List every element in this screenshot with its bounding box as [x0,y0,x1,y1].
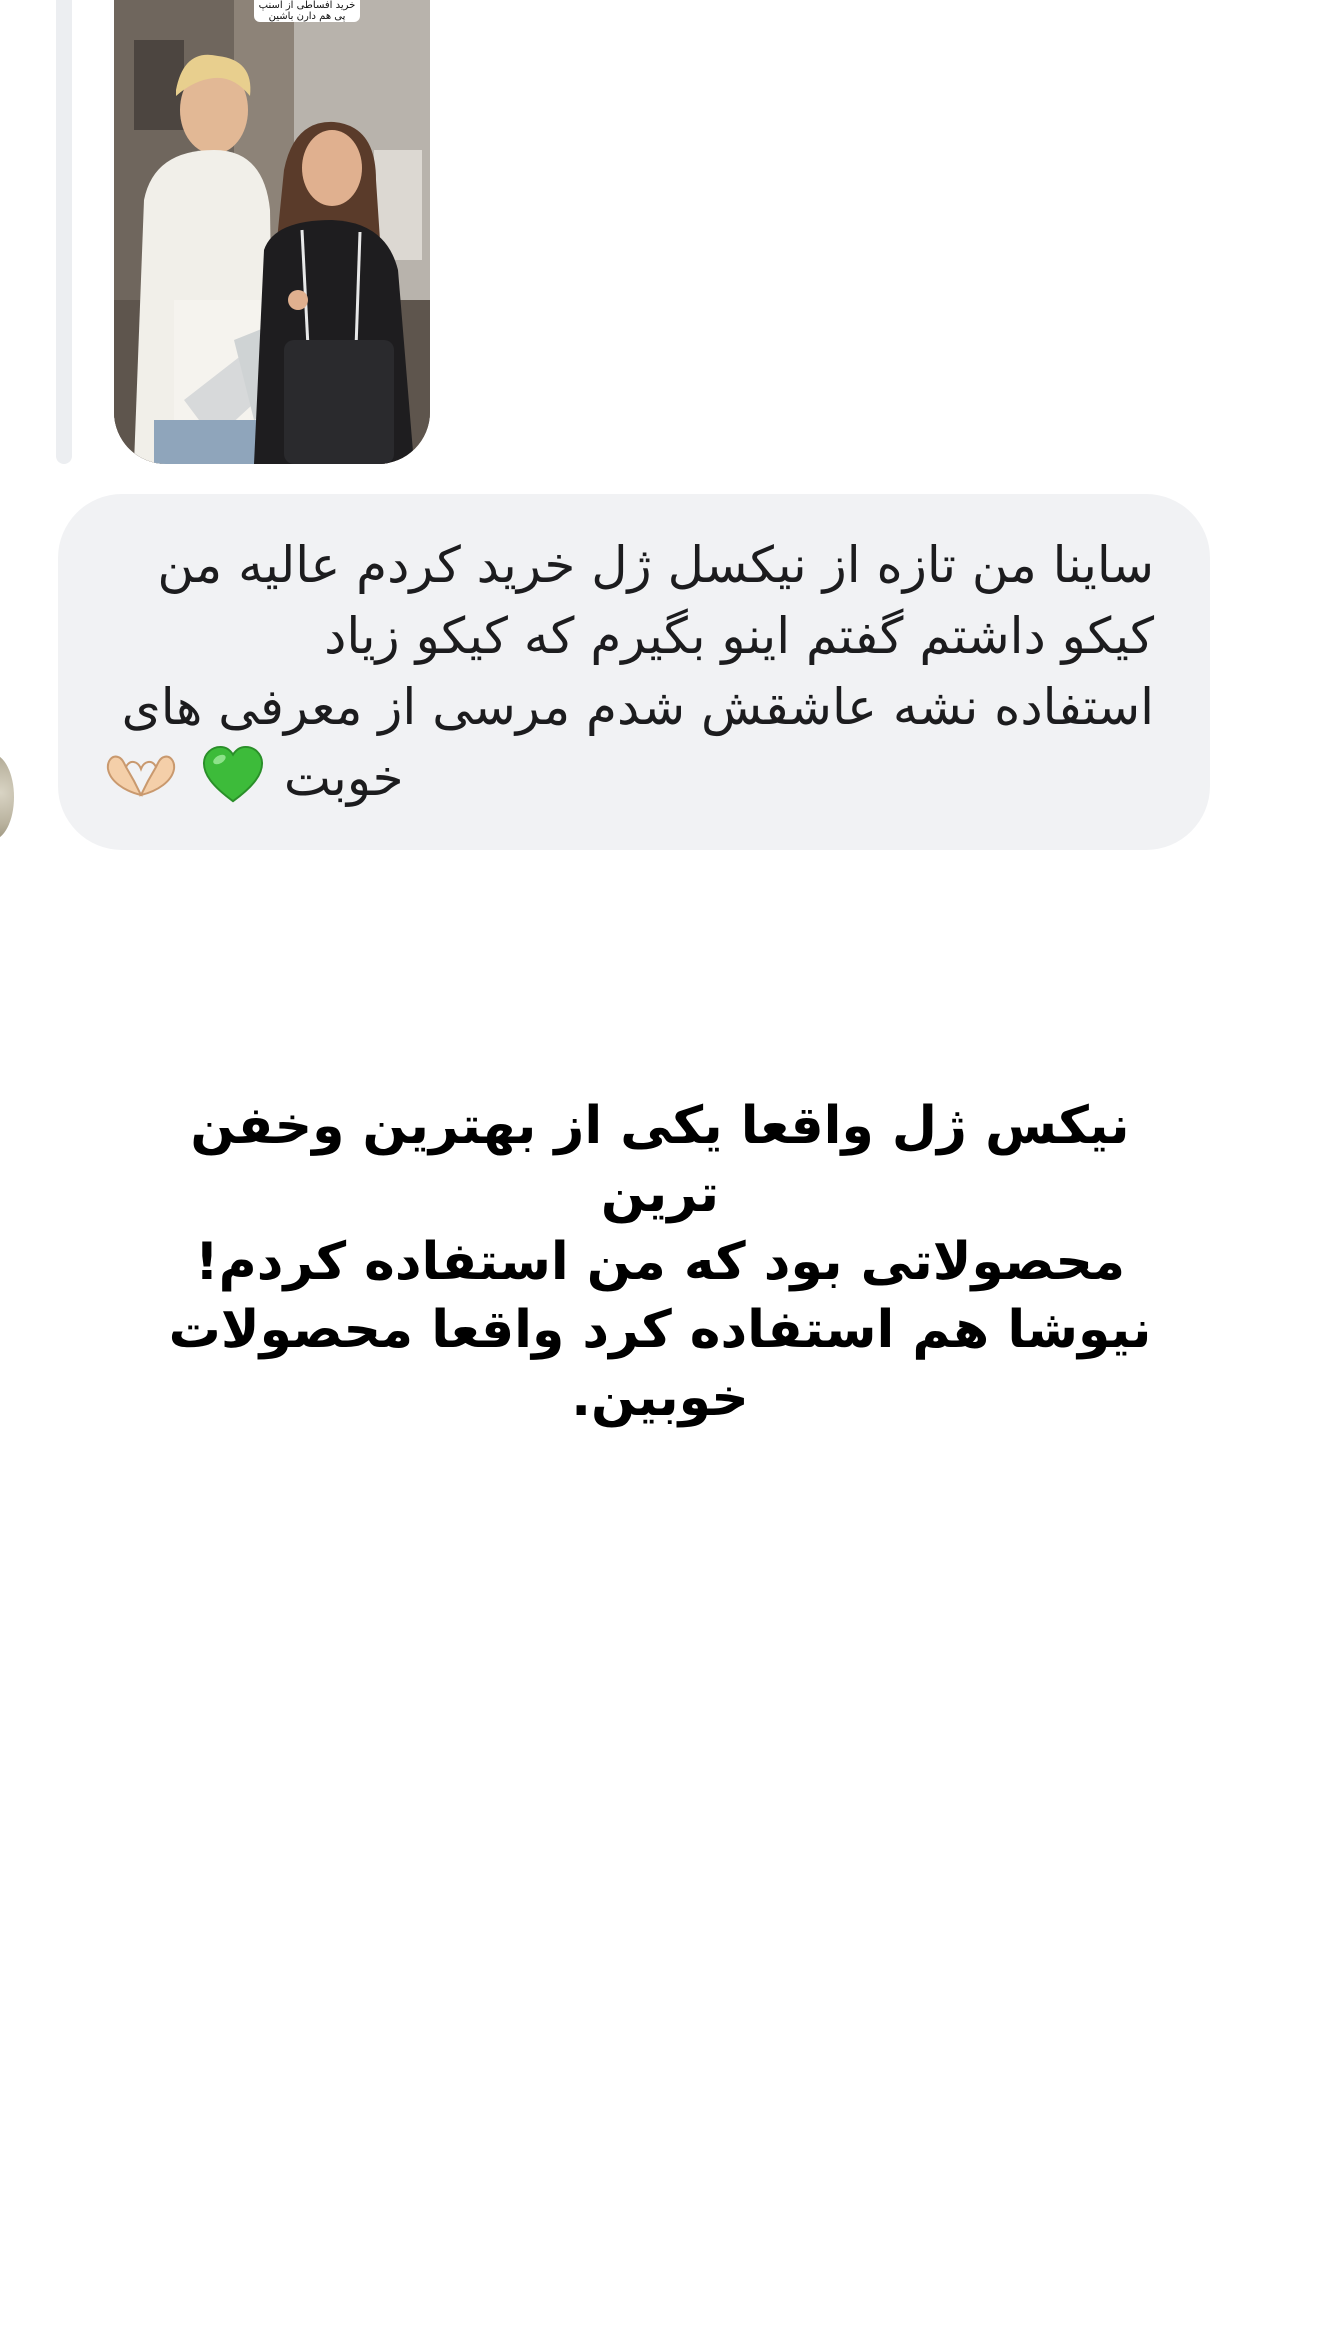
post-caption: نیکس ژل واقعا یکی از بهترین وخفن ترین مح… [168,1096,1152,1428]
green-heart-icon [202,745,263,803]
story-caption: خرید افساطی از اسنپ پی هم دارن باشین [254,0,360,22]
message-text-line-2: کیکو داشتم گفتم اینو بگیرم که کیکو زیاد [324,607,1154,665]
message-text-line-1: ساینا من تازه از نیکسل ژل خرید کردم عالی… [157,536,1154,594]
message-text-line-4: خوبت [100,743,1154,814]
sender-avatar[interactable] [0,754,14,840]
story-reply-thumbnail[interactable]: خرید افساطی از اسنپ پی هم دارن باشین [114,0,430,464]
story-photo [114,0,430,464]
reply-indicator-bar [56,0,72,464]
message-last-word: خوبت [283,749,404,807]
heart-hands-icon [106,755,176,797]
message-bubble[interactable]: ساینا من تازه از نیکسل ژل خرید کردم عالی… [58,494,1210,850]
message-text-line-3: استفاده نشه عاشقش شدم مرسی از معرفی های [121,678,1154,736]
